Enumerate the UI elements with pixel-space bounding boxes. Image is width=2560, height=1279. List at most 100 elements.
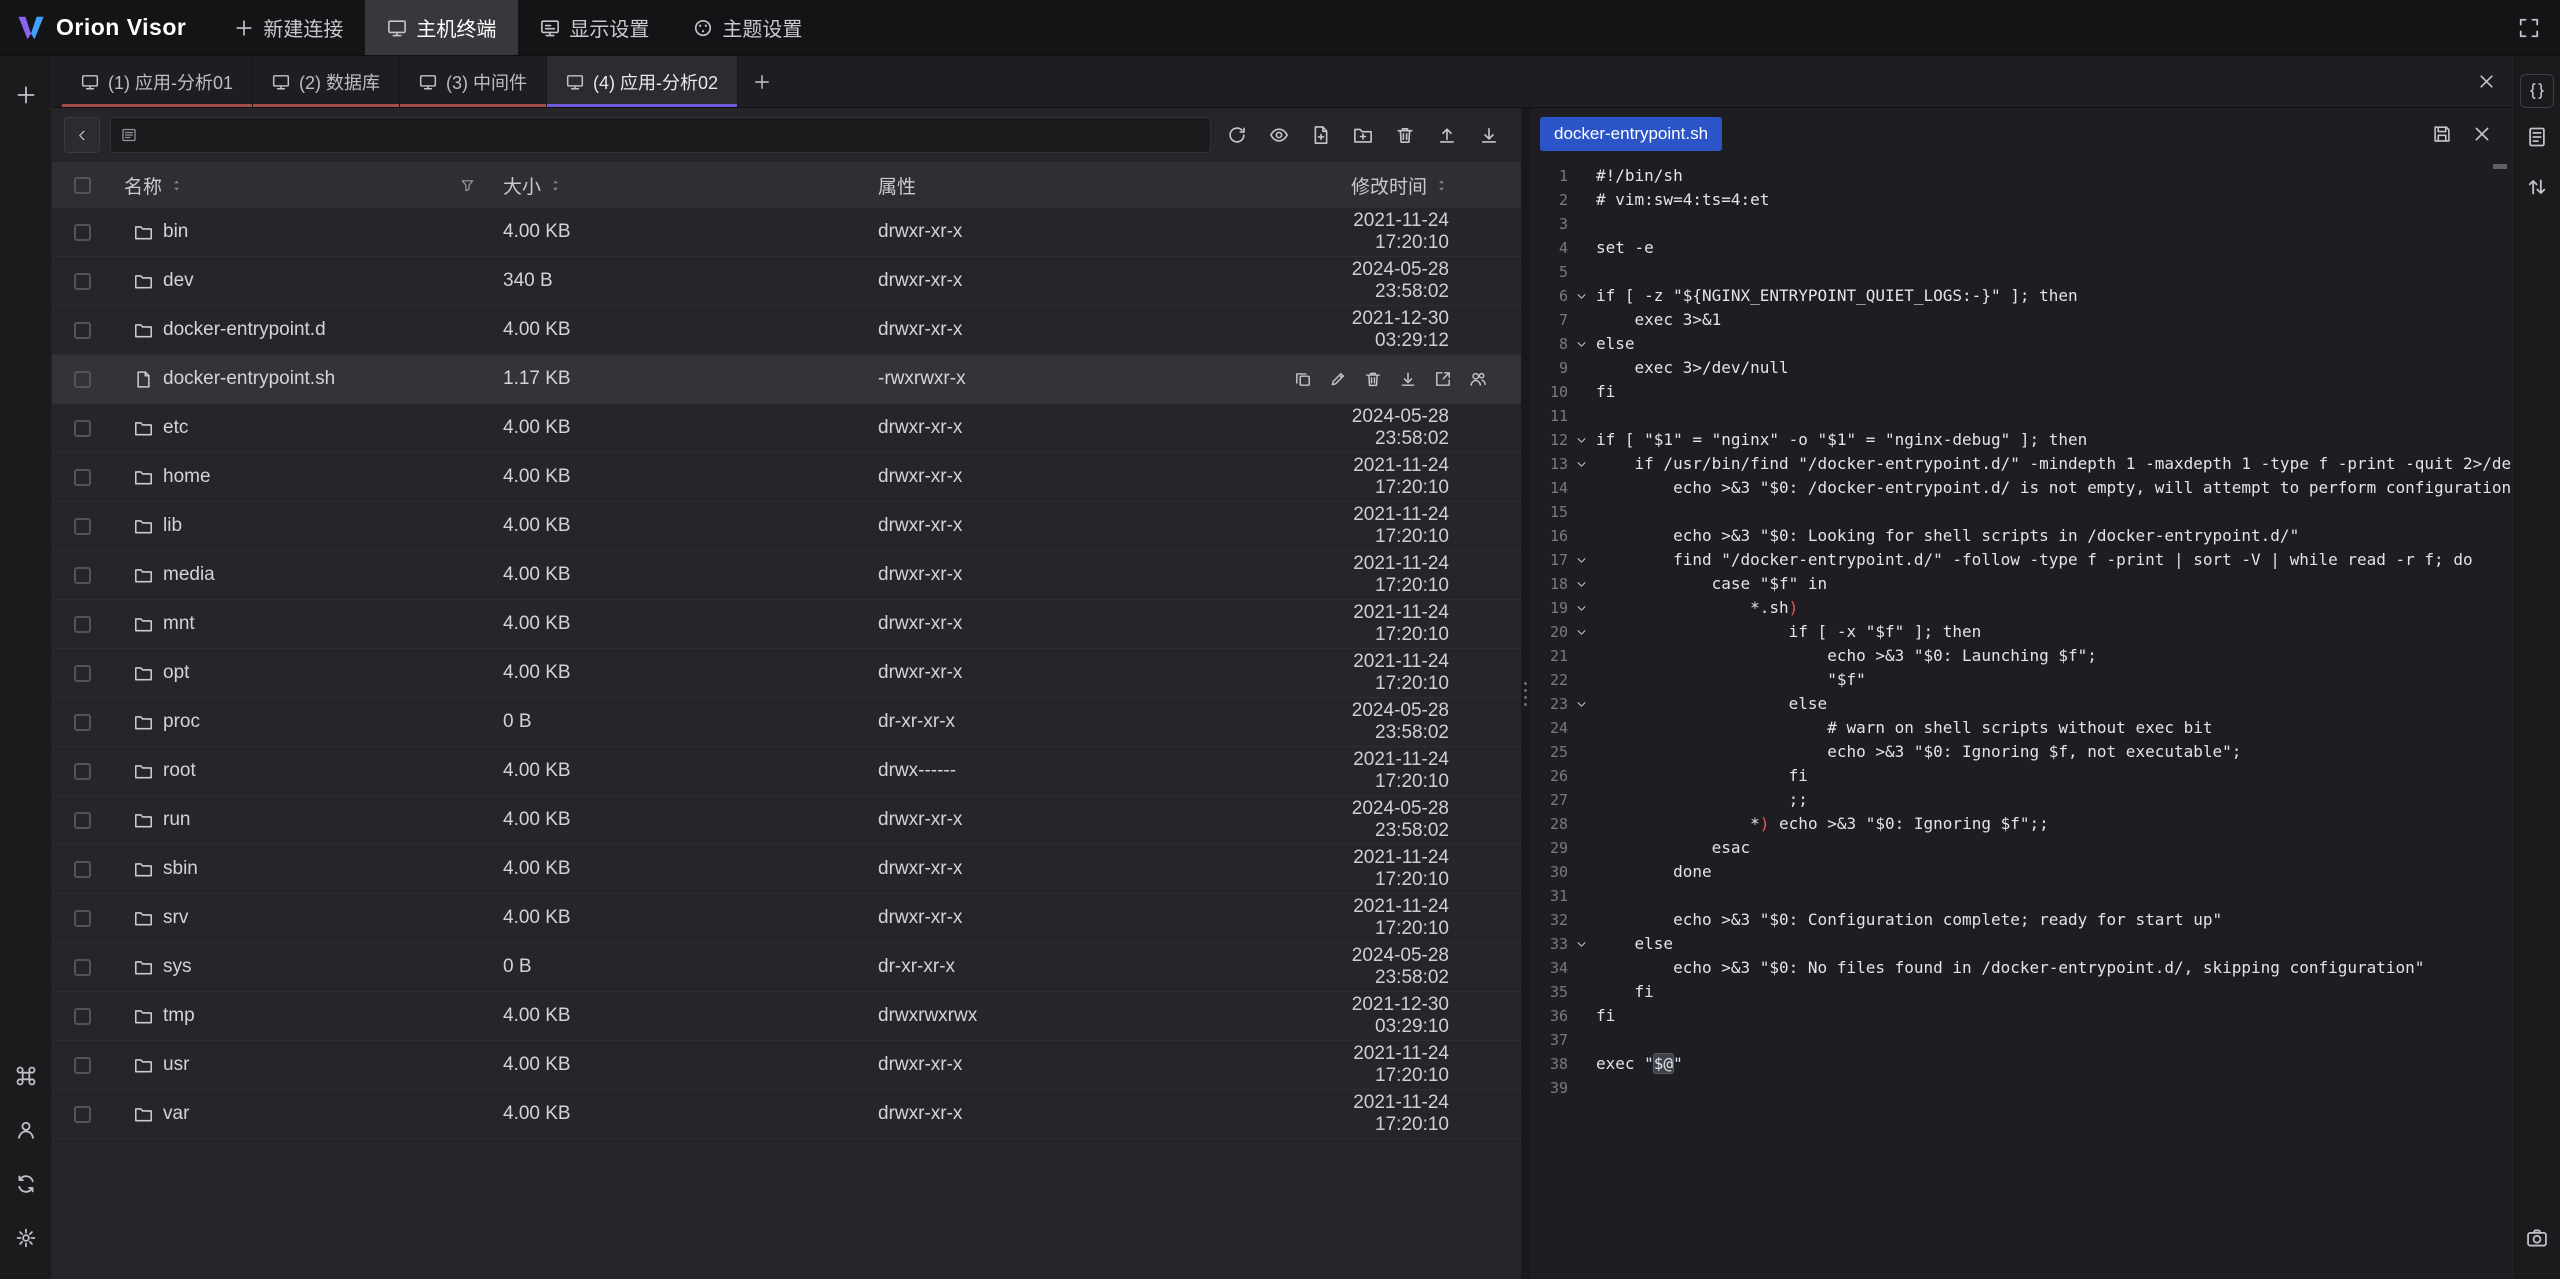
row-checkbox[interactable] — [74, 812, 91, 829]
fold-toggle[interactable] — [1568, 692, 1594, 716]
close-panel-icon[interactable] — [2477, 72, 2496, 91]
new-folder-icon[interactable] — [1353, 125, 1373, 145]
sync-icon[interactable] — [15, 1173, 37, 1195]
row-checkbox[interactable] — [74, 1008, 91, 1025]
table-row-home[interactable]: home4.00 KBdrwxr-xr-x2021-11-24 17:20:10 — [52, 453, 1521, 502]
row-checkbox[interactable] — [74, 714, 91, 731]
row-checkbox[interactable] — [74, 518, 91, 535]
transfer-icon[interactable] — [2526, 176, 2548, 198]
upload-icon[interactable] — [1437, 125, 1457, 145]
table-row-docker-entrypoint.d[interactable]: docker-entrypoint.d4.00 KBdrwxr-xr-x2021… — [52, 306, 1521, 355]
row-action-permission-icon[interactable] — [1469, 370, 1487, 388]
column-size-label[interactable]: 大小 — [503, 172, 541, 199]
row-checkbox[interactable] — [74, 1057, 91, 1074]
row-checkbox[interactable] — [74, 273, 91, 290]
row-action-move-icon[interactable] — [1434, 370, 1452, 388]
row-action-delete-icon[interactable] — [1364, 370, 1382, 388]
path-input[interactable] — [146, 125, 1200, 146]
preview-icon[interactable] — [1269, 125, 1289, 145]
row-checkbox[interactable] — [74, 420, 91, 437]
snippets-button[interactable] — [2520, 74, 2554, 108]
row-checkbox[interactable] — [74, 910, 91, 927]
fold-toggle[interactable] — [1568, 452, 1594, 476]
select-all-checkbox[interactable] — [74, 177, 91, 194]
user-icon[interactable] — [15, 1119, 37, 1141]
row-checkbox[interactable] — [74, 371, 91, 388]
row-checkbox[interactable] — [74, 763, 91, 780]
path-box[interactable] — [110, 117, 1211, 153]
row-action-download-icon[interactable] — [1399, 370, 1417, 388]
table-row-tmp[interactable]: tmp4.00 KBdrwxrwxrwx2021-12-30 03:29:10 — [52, 992, 1521, 1041]
row-checkbox[interactable] — [74, 224, 91, 241]
row-action-edit-icon[interactable] — [1329, 370, 1347, 388]
table-row-bin[interactable]: bin4.00 KBdrwxr-xr-x2021-11-24 17:20:10 — [52, 208, 1521, 257]
delete-icon[interactable] — [1395, 125, 1415, 145]
table-row-etc[interactable]: etc4.00 KBdrwxr-xr-x2024-05-28 23:58:02 — [52, 404, 1521, 453]
menu-item-display-settings[interactable]: 显示设置 — [518, 0, 671, 55]
back-button[interactable] — [64, 117, 100, 153]
sort-mtime-icon[interactable] — [1434, 178, 1449, 193]
menu-item-theme-settings[interactable]: 主题设置 — [671, 0, 824, 55]
table-row-lib[interactable]: lib4.00 KBdrwxr-xr-x2021-11-24 17:20:10 — [52, 502, 1521, 551]
table-row-docker-entrypoint.sh[interactable]: docker-entrypoint.sh1.17 KB-rwxrwxr-x — [52, 355, 1521, 404]
snippets-icon[interactable] — [2527, 81, 2547, 101]
terminal-tab-3[interactable]: (3) 中间件 — [400, 56, 547, 107]
table-row-var[interactable]: var4.00 KBdrwxr-xr-x2021-11-24 17:20:10 — [52, 1090, 1521, 1139]
sort-size-icon[interactable] — [548, 178, 563, 193]
column-name-label[interactable]: 名称 — [124, 172, 162, 199]
terminal-tab-1[interactable]: (1) 应用-分析01 — [62, 56, 253, 107]
row-checkbox[interactable] — [74, 959, 91, 976]
row-checkbox[interactable] — [74, 616, 91, 633]
brand[interactable]: Orion Visor — [0, 0, 212, 55]
save-icon[interactable] — [2432, 124, 2452, 144]
table-row-media[interactable]: media4.00 KBdrwxr-xr-x2021-11-24 17:20:1… — [52, 551, 1521, 600]
table-row-srv[interactable]: srv4.00 KBdrwxr-xr-x2021-11-24 17:20:10 — [52, 894, 1521, 943]
fold-toggle[interactable] — [1568, 284, 1594, 308]
fold-toggle[interactable] — [1568, 932, 1594, 956]
menu-item-new-connection[interactable]: 新建连接 — [212, 0, 365, 55]
table-row-run[interactable]: run4.00 KBdrwxr-xr-x2024-05-28 23:58:02 — [52, 796, 1521, 845]
fold-toggle[interactable] — [1568, 620, 1594, 644]
commands-icon[interactable] — [2526, 126, 2548, 148]
fold-toggle[interactable] — [1568, 572, 1594, 596]
new-tab-button[interactable] — [738, 56, 786, 107]
fold-toggle[interactable] — [1568, 548, 1594, 572]
download-icon[interactable] — [1479, 125, 1499, 145]
code-editor[interactable]: 1#!/bin/sh2# vim:sw=4:ts=4:et34set -e56i… — [1530, 160, 2512, 1279]
row-checkbox[interactable] — [74, 469, 91, 486]
editor-file-tab[interactable]: docker-entrypoint.sh — [1540, 117, 1722, 151]
shortcuts-icon[interactable] — [15, 1065, 37, 1087]
fold-toggle[interactable] — [1568, 596, 1594, 620]
row-checkbox[interactable] — [74, 567, 91, 584]
column-mtime-label[interactable]: 修改时间 — [1351, 172, 1427, 199]
table-row-root[interactable]: root4.00 KBdrwx------2021-11-24 17:20:10 — [52, 747, 1521, 796]
close-editor-icon[interactable] — [2472, 124, 2492, 144]
terminal-tab-2[interactable]: (2) 数据库 — [253, 56, 400, 107]
new-tab-icon[interactable] — [15, 84, 37, 106]
fold-toggle[interactable] — [1568, 332, 1594, 356]
refresh-icon[interactable] — [1227, 125, 1247, 145]
fullscreen-icon[interactable] — [2518, 17, 2540, 39]
filter-icon[interactable] — [460, 178, 475, 193]
row-checkbox[interactable] — [74, 322, 91, 339]
table-row-proc[interactable]: proc0 Bdr-xr-xr-x2024-05-28 23:58:02 — [52, 698, 1521, 747]
menu-item-host-terminal[interactable]: 主机终端 — [365, 0, 518, 55]
table-row-sbin[interactable]: sbin4.00 KBdrwxr-xr-x2021-11-24 17:20:10 — [52, 845, 1521, 894]
row-action-copy-icon[interactable] — [1294, 370, 1312, 388]
table-row-dev[interactable]: dev340 Bdrwxr-xr-x2024-05-28 23:58:02 — [52, 257, 1521, 306]
settings-icon[interactable] — [15, 1227, 37, 1249]
panel-splitter[interactable] — [1521, 108, 1530, 1279]
table-row-usr[interactable]: usr4.00 KBdrwxr-xr-x2021-11-24 17:20:10 — [52, 1041, 1521, 1090]
table-row-sys[interactable]: sys0 Bdr-xr-xr-x2024-05-28 23:58:02 — [52, 943, 1521, 992]
new-file-icon[interactable] — [1311, 125, 1331, 145]
table-row-opt[interactable]: opt4.00 KBdrwxr-xr-x2021-11-24 17:20:10 — [52, 649, 1521, 698]
table-row-mnt[interactable]: mnt4.00 KBdrwxr-xr-x2021-11-24 17:20:10 — [52, 600, 1521, 649]
row-checkbox[interactable] — [74, 1106, 91, 1123]
terminal-tab-4[interactable]: (4) 应用-分析02 — [547, 56, 738, 107]
sort-name-icon[interactable] — [169, 178, 184, 193]
row-checkbox[interactable] — [74, 861, 91, 878]
screenshot-icon[interactable] — [2526, 1227, 2548, 1249]
fold-toggle[interactable] — [1568, 428, 1594, 452]
row-checkbox[interactable] — [74, 665, 91, 682]
editor-scrollbar[interactable] — [2493, 164, 2507, 169]
